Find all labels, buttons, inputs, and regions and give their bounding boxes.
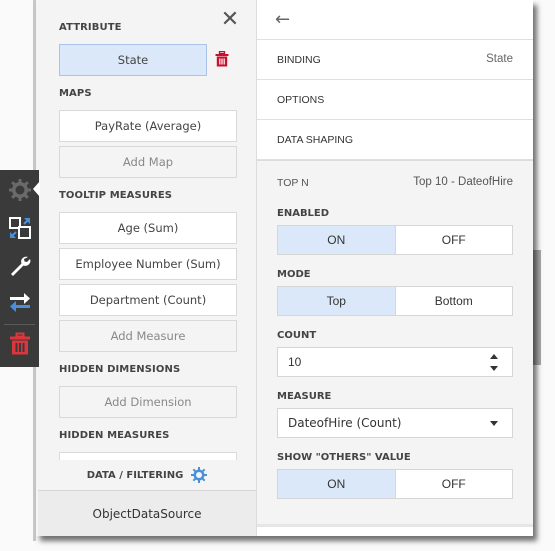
measure-select[interactable]: DateofHire (Count) bbox=[277, 408, 513, 438]
gear-icon[interactable] bbox=[191, 467, 208, 483]
menu-item-label: BINDING bbox=[277, 54, 321, 66]
add-measure-button[interactable]: Add Measure bbox=[59, 320, 237, 352]
trash-icon[interactable] bbox=[8, 332, 32, 356]
mode-toggle: Top Bottom bbox=[277, 286, 513, 316]
menu-item-options[interactable]: OPTIONS bbox=[257, 80, 533, 120]
settings-footer bbox=[257, 524, 533, 536]
data-source-name[interactable]: ObjectDataSource bbox=[38, 490, 256, 536]
item-toolbar bbox=[0, 170, 39, 367]
mode-top-button[interactable]: Top bbox=[278, 287, 395, 315]
tooltip-measure-item[interactable]: Department (Count) bbox=[59, 284, 237, 316]
tooltip-measure-item[interactable]: Age (Sum) bbox=[59, 212, 237, 244]
top-n-summary: Top 10 - DateofHire bbox=[413, 176, 513, 188]
menu-item-data-shaping[interactable]: DATA SHAPING bbox=[257, 120, 533, 160]
map-item[interactable]: PayRate (Average) bbox=[59, 110, 237, 142]
measure-label: MEASURE bbox=[277, 391, 332, 402]
section-label-attribute: ATTRIBUTE bbox=[59, 22, 122, 33]
enabled-toggle: ON OFF bbox=[277, 225, 513, 255]
enabled-label: ENABLED bbox=[277, 208, 330, 219]
tooltip-measure-item[interactable]: Employee Number (Sum) bbox=[59, 248, 237, 280]
swap-arrows-icon[interactable] bbox=[8, 290, 32, 314]
top-n-header[interactable]: TOP N Top 10 - DateofHire bbox=[257, 160, 533, 200]
map-preview-edge bbox=[533, 250, 541, 365]
show-others-toggle: ON OFF bbox=[277, 469, 513, 499]
menu-item-value: State bbox=[486, 53, 513, 65]
enabled-on-button[interactable]: ON bbox=[278, 226, 395, 254]
attribute-item[interactable]: State bbox=[59, 44, 207, 76]
mode-bottom-button[interactable]: Bottom bbox=[394, 287, 513, 315]
section-label-hidden-measures: HIDDEN MEASURES bbox=[59, 430, 170, 441]
chevron-down-icon[interactable] bbox=[490, 421, 498, 426]
menu-item-label: OPTIONS bbox=[277, 94, 325, 106]
measure-value: DateofHire (Count) bbox=[288, 416, 402, 430]
show-others-off-button[interactable]: OFF bbox=[394, 470, 513, 498]
add-map-button[interactable]: Add Map bbox=[59, 146, 237, 178]
trash-icon[interactable] bbox=[215, 51, 229, 67]
data-filtering-label: DATA / FILTERING bbox=[86, 469, 184, 481]
count-label: COUNT bbox=[277, 330, 317, 341]
menu-item-binding[interactable]: BINDING State bbox=[257, 40, 533, 80]
decrement-icon[interactable] bbox=[490, 366, 498, 371]
increment-icon[interactable] bbox=[490, 354, 498, 359]
active-tab-pointer bbox=[33, 181, 40, 197]
settings-panel: ← BINDING State OPTIONS DATA SHAPING TOP… bbox=[257, 0, 533, 536]
convert-icon[interactable] bbox=[8, 216, 32, 240]
binding-panel: ✕ ATTRIBUTE State MAPS PayRate (Average)… bbox=[38, 0, 257, 536]
show-others-label: SHOW "OTHERS" VALUE bbox=[277, 452, 411, 463]
toolbar-separator bbox=[4, 324, 35, 325]
top-n-label: TOP N bbox=[277, 177, 309, 189]
section-label-maps: MAPS bbox=[59, 88, 92, 99]
menu-item-label: DATA SHAPING bbox=[277, 134, 354, 146]
gear-icon[interactable] bbox=[8, 178, 32, 202]
section-label-tooltip-measures: TOOLTIP MEASURES bbox=[59, 190, 173, 201]
section-label-hidden-dimensions: HIDDEN DIMENSIONS bbox=[59, 364, 181, 375]
back-arrow-icon[interactable]: ← bbox=[275, 10, 293, 30]
show-others-on-button[interactable]: ON bbox=[278, 470, 395, 498]
settings-header: ← bbox=[257, 0, 533, 40]
add-dimension-button[interactable]: Add Dimension bbox=[59, 386, 237, 418]
mode-label: MODE bbox=[277, 269, 311, 280]
enabled-off-button[interactable]: OFF bbox=[394, 226, 513, 254]
count-stepper[interactable]: 10 bbox=[277, 347, 513, 377]
data-filtering-header[interactable]: DATA / FILTERING bbox=[38, 460, 256, 490]
wrench-icon[interactable] bbox=[8, 254, 32, 278]
count-value: 10 bbox=[288, 355, 302, 369]
close-icon[interactable]: ✕ bbox=[220, 9, 240, 31]
